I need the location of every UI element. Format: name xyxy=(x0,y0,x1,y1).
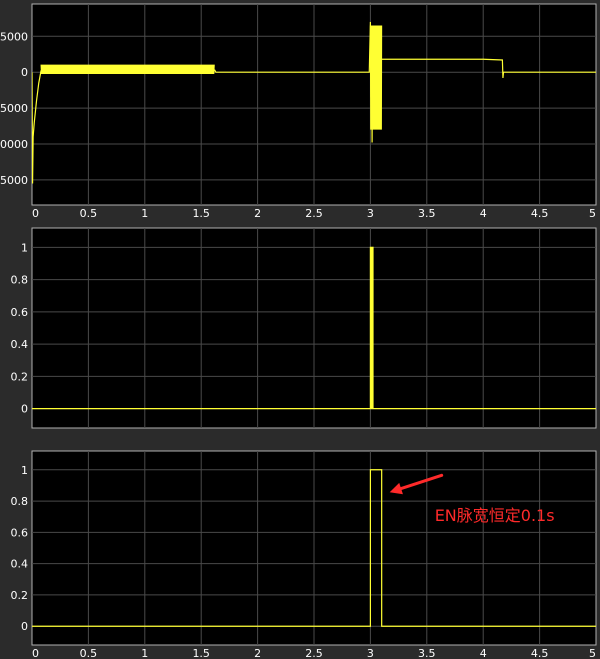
x-tick-label: 1.5 xyxy=(192,647,210,659)
y-tick-label: 0 xyxy=(21,403,28,416)
y-tick-label: 0 xyxy=(21,66,28,79)
scope-panel-enable: 1 0.8 0.6 0.4 0.2 0 0 0.5 1 1.5 2 2.5 3 3.5 4 4.5 5 xyxy=(11,450,597,659)
x-tick-label: 5 xyxy=(589,207,596,220)
x-tick-label: 0 xyxy=(32,207,39,220)
x-tick-label: 3.5 xyxy=(418,647,436,659)
y-tick-label: 0.2 xyxy=(11,589,29,602)
y-tick-label: 1 xyxy=(21,464,28,477)
scope-panel-voltage: 5000 0 -5000 -10000 -15000 0 0.5 1 1.5 2 2.5 3 3.5 4 4… xyxy=(0,3,597,220)
y-tick-label: -5000 xyxy=(0,102,28,115)
y-tick-label: 5000 xyxy=(0,30,28,43)
annotation-text: EN脉宽恒定0.1s xyxy=(435,506,555,525)
x-tick-label: 4 xyxy=(480,647,487,659)
x-tick-label: 4.5 xyxy=(531,647,549,659)
x-tick-label: 1 xyxy=(141,207,148,220)
series-oscillation xyxy=(369,25,383,130)
y-tick-label: 0.6 xyxy=(11,526,29,539)
x-tick-label: 0 xyxy=(32,647,39,659)
x-tick-label: 4.5 xyxy=(531,207,549,220)
series-oscillation xyxy=(40,64,215,75)
x-tick-label: 2 xyxy=(254,207,261,220)
y-tick-label: 0.8 xyxy=(11,274,29,287)
x-tick-label: 2.5 xyxy=(305,207,323,220)
x-tick-label: 2.5 xyxy=(305,647,323,659)
y-tick-label: -15000 xyxy=(0,174,28,187)
y-tick-label: 0.4 xyxy=(11,558,29,571)
y-tick-label: -10000 xyxy=(0,138,28,151)
y-tick-label: 0.6 xyxy=(11,306,29,319)
x-tick-label: 4 xyxy=(480,207,487,220)
scope-panel-pulse: 1 0.8 0.6 0.4 0.2 0 xyxy=(11,227,597,429)
x-tick-label: 5 xyxy=(589,647,596,659)
x-tick-label: 3.5 xyxy=(418,207,436,220)
y-tick-label: 0.4 xyxy=(11,338,29,351)
y-tick-label: 0.2 xyxy=(11,370,29,383)
y-tick-label: 1 xyxy=(21,241,28,254)
x-tick-label: 0.5 xyxy=(80,207,98,220)
x-tick-label: 2 xyxy=(254,647,261,659)
x-tick-label: 3 xyxy=(367,647,374,659)
x-tick-label: 1 xyxy=(141,647,148,659)
x-tick-label: 1.5 xyxy=(192,207,210,220)
x-tick-label: 0.5 xyxy=(80,647,98,659)
x-tick-label: 3 xyxy=(367,207,374,220)
scope-figure: 50000-5000-10000-1500000.511.522.533.544… xyxy=(0,3,597,659)
y-tick-label: 0 xyxy=(21,620,28,633)
y-tick-label: 0.8 xyxy=(11,495,29,508)
